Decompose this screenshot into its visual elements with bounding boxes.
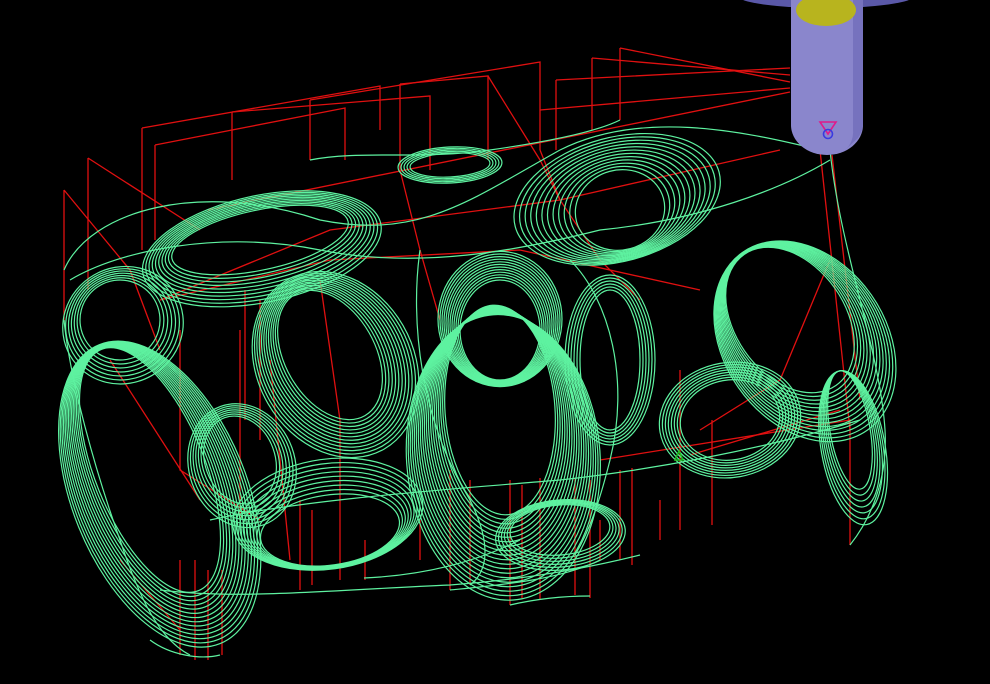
toolpath-ring <box>576 286 644 434</box>
toolpath-ring <box>570 280 650 440</box>
rapid-move <box>154 107 346 240</box>
toolpath-ring <box>573 283 647 437</box>
toolpath-canvas[interactable] <box>0 0 990 684</box>
toolpath-ring <box>459 279 541 381</box>
toolpath-ring <box>61 341 256 640</box>
boundary-curve <box>309 119 621 161</box>
rapid-move <box>591 57 791 130</box>
toolpath-ring <box>579 289 641 431</box>
toolpath-ring <box>235 461 421 571</box>
rapid-move <box>599 419 851 545</box>
toolpath-ring <box>564 274 656 446</box>
toolpath-ring <box>239 466 418 570</box>
rapid-move <box>619 468 633 565</box>
cam-3d-viewport[interactable] <box>0 0 990 684</box>
rapid-move <box>399 169 441 321</box>
rapid-move <box>487 75 561 201</box>
toolpath-ring <box>457 276 543 382</box>
rapid-move <box>141 85 381 250</box>
rapid-move <box>299 500 313 590</box>
rapid-move <box>244 290 261 440</box>
toolpath-ring <box>558 159 681 255</box>
boundary-curve <box>63 126 821 271</box>
